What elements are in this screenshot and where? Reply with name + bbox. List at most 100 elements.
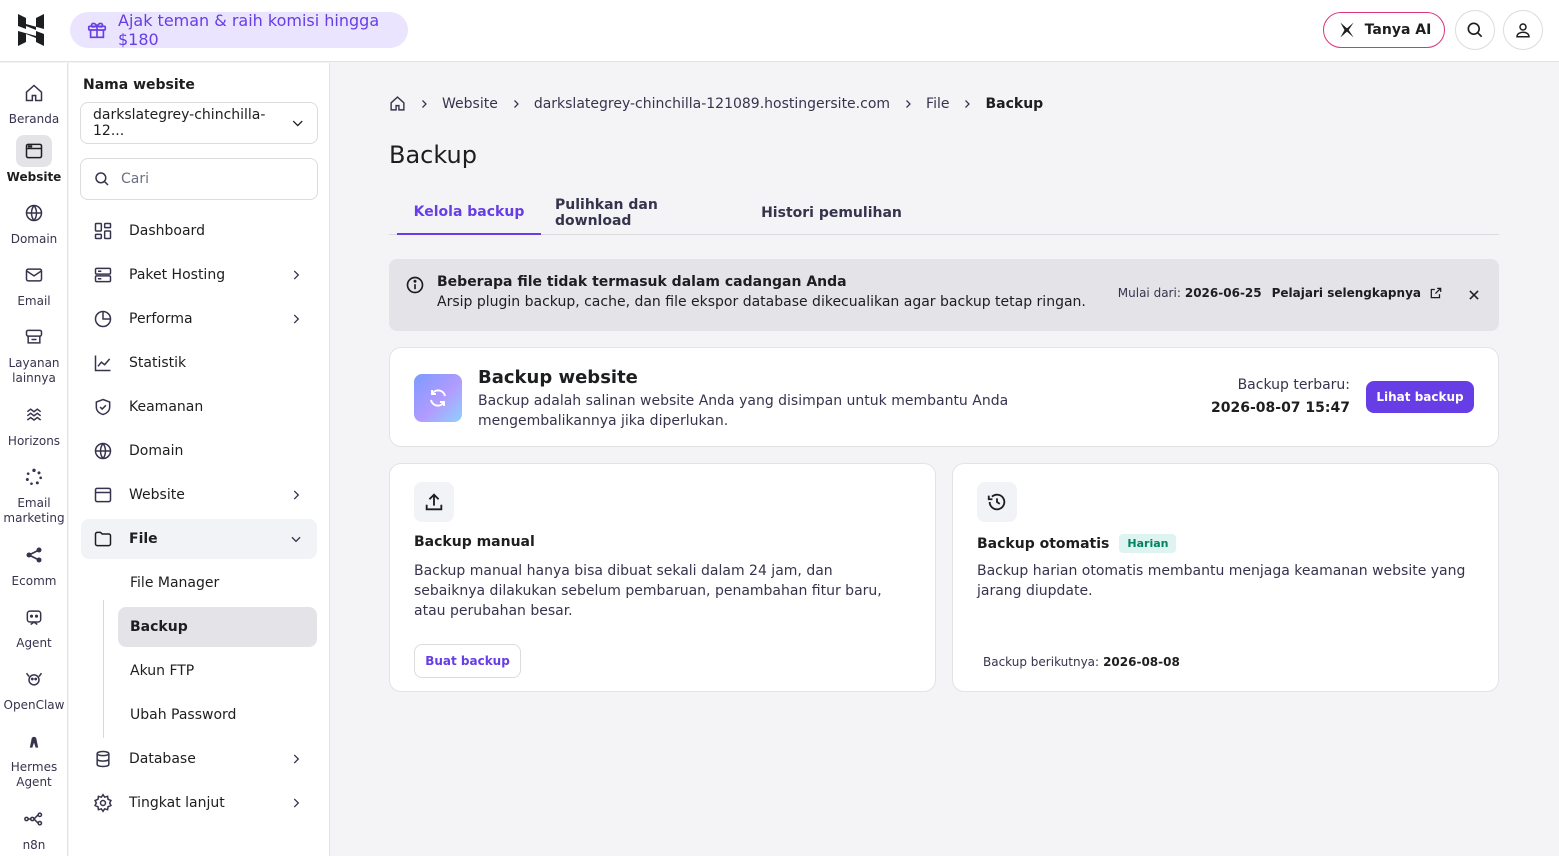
tab-pulihkan-dan-download[interactable]: Pulihkan dan download [555,190,735,235]
notice-start-label: Mulai dari: [1117,286,1181,300]
horizons-icon [16,399,52,431]
rail-item-email[interactable]: Email [0,259,68,309]
openclaw-icon [16,663,52,695]
breadcrumb-site[interactable]: darkslategrey-chinchilla-121089.hostinge… [534,96,890,112]
page-title: Backup [389,141,477,169]
manual-backup-card: Backup manual Backup manual hanya bisa d… [389,463,936,692]
main-content: Website darkslategrey-chinchilla-121089.… [331,63,1559,856]
globe-icon [93,441,113,461]
rail-item-ecomm[interactable]: Ecomm [0,539,68,589]
rail-item-horizons[interactable]: Horizons [0,399,68,449]
shield-icon [93,397,113,417]
sidebar-search-input[interactable] [121,171,301,187]
breadcrumb-website[interactable]: Website [442,96,498,112]
rail-item-email-marketing[interactable]: Email marketing [0,461,68,526]
sidebar-subitem-backup[interactable]: Backup [118,607,317,647]
breadcrumb-separator-icon [902,98,914,110]
frequency-badge: Harian [1119,534,1177,553]
home-icon[interactable] [389,95,406,112]
exclusion-notice: Beberapa file tidak termasuk dalam cadan… [389,259,1499,331]
chart-icon [93,353,113,373]
sidebar-item-paket-hosting[interactable]: Paket Hosting [81,255,317,295]
chevron-down-icon [291,536,301,543]
learn-more-link[interactable]: Pelajari selengkapnya [1272,286,1421,300]
search-icon [95,172,109,186]
rail-item-openclaw[interactable]: OpenClaw [0,663,68,713]
sidebar-item-tingkat-lanjut[interactable]: Tingkat lanjut [81,783,317,823]
website-sidebar: Nama website darkslategrey-chinchilla-12… [69,63,330,856]
n8n-icon [16,803,52,835]
sidebar-subitem-akun-ftp[interactable]: Akun FTP [118,651,317,691]
backup-sync-icon [414,374,462,422]
rail-item-hermes-agent[interactable]: Hermes Agent [0,725,68,790]
sidebar-item-keamanan[interactable]: Keamanan [81,387,317,427]
breadcrumb-separator-icon [510,98,522,110]
ask-ai-button[interactable]: Tanya AI [1323,12,1445,48]
create-backup-button[interactable]: Buat backup [414,644,521,678]
breadcrumb-file[interactable]: File [926,96,949,112]
hermes-icon [16,725,52,757]
website-selector[interactable]: darkslategrey-chinchilla-12... [80,102,318,144]
sidebar-subitem-ubah-password[interactable]: Ubah Password [118,695,317,735]
sidebar-item-dashboard[interactable]: Dashboard [81,211,317,251]
referral-promo-banner[interactable]: Ajak teman & raih komisi hingga $180 [70,11,408,49]
user-icon [1516,23,1530,38]
account-button[interactable] [1503,10,1543,50]
backup-tabs: Kelola backup Pulihkan dan download Hist… [389,190,1499,235]
search-button[interactable] [1455,10,1495,50]
next-backup-info: Backup berikutnya: 2026-08-08 [983,655,1180,669]
browser-icon [93,485,113,505]
sidebar-item-domain[interactable]: Domain [81,431,317,471]
history-icon [977,482,1017,522]
sidebar-item-file[interactable]: File [81,519,317,559]
rail-item-n8n[interactable]: n8n [0,803,68,853]
next-backup-label: Backup berikutnya: [983,655,1100,669]
rail-item-website[interactable]: Website [0,135,68,185]
latest-backup-value: 2026-08-07 15:47 [1211,400,1350,416]
sidebar-item-database[interactable]: Database [81,739,317,779]
auto-backup-title: Backup otomatis [977,535,1110,552]
manual-backup-description: Backup manual hanya bisa dibuat sekali d… [414,563,882,619]
folder-icon [93,529,113,549]
tab-histori-pemulihan[interactable]: Histori pemulihan [759,190,904,235]
gift-icon [86,19,108,41]
next-backup-date: 2026-08-08 [1103,655,1180,669]
email-marketing-icon [16,461,52,493]
close-icon[interactable] [1467,288,1481,302]
sidebar-item-website[interactable]: Website [81,475,317,515]
top-bar: Ajak teman & raih komisi hingga $180 Tan… [0,0,1559,62]
performance-icon [93,309,113,329]
auto-backup-card: Backup otomatis Harian Backup harian oto… [952,463,1499,692]
external-link-icon[interactable] [1429,286,1443,300]
browser-icon [16,135,52,167]
ask-ai-label: Tanya AI [1364,22,1432,38]
rail-item-domain[interactable]: Domain [0,197,68,247]
gear-icon [93,793,113,813]
manual-backup-title: Backup manual [414,534,535,550]
rail-item-beranda[interactable]: Beranda [0,77,68,127]
hostinger-logo-icon[interactable] [16,14,46,46]
rail-item-agent[interactable]: Agent [0,601,68,651]
breadcrumb-separator-icon [418,98,430,110]
auto-backup-heading: Backup otomatis Harian [977,534,1177,553]
mail-icon [16,259,52,291]
database-icon [93,749,113,769]
sidebar-subitem-file-manager[interactable]: File Manager [118,563,317,603]
tab-kelola-backup[interactable]: Kelola backup [397,190,541,235]
sidebar-item-performa[interactable]: Performa [81,299,317,339]
dashboard-icon [93,221,113,241]
sidebar-item-statistik[interactable]: Statistik [81,343,317,383]
search-icon [1467,22,1483,38]
chevron-right-icon [293,490,300,500]
notice-meta: Mulai dari: 2026-06-25 Pelajari selengka… [1118,286,1443,300]
view-backup-button[interactable]: Lihat backup [1366,381,1474,413]
services-icon [16,321,52,353]
backup-website-title: Backup website [478,367,638,388]
chevron-right-icon [293,270,300,280]
rail-item-layanan-lainnya[interactable]: Layanan lainnya [0,321,68,386]
ecomm-icon [16,539,52,571]
home-icon [16,77,52,109]
sidebar-search[interactable] [80,158,318,200]
upload-icon [414,482,454,522]
promo-text: Ajak teman & raih komisi hingga $180 [118,11,380,49]
